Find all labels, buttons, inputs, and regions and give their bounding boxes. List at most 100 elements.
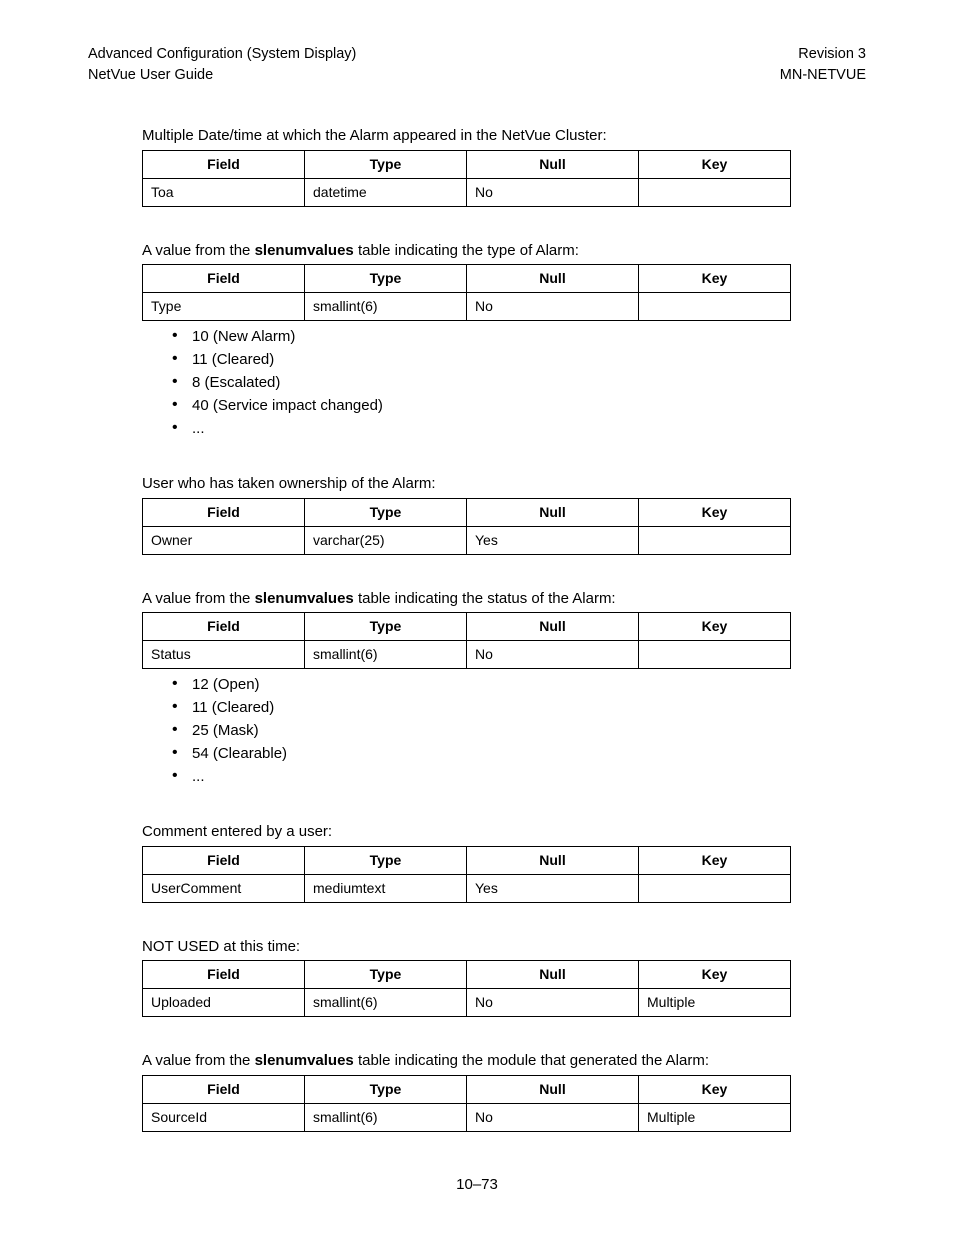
table-cell-key [639, 526, 791, 554]
table-cell-key [639, 874, 791, 902]
table-cell-null: No [467, 989, 639, 1017]
header-right-line2: MN-NETVUE [780, 65, 866, 86]
table-header-field: Field [143, 1075, 305, 1103]
section-intro: A value from the slenumvalues table indi… [142, 1051, 866, 1071]
section-block: A value from the slenumvalues table indi… [142, 1051, 866, 1132]
table-header-key: Key [639, 613, 791, 641]
table-cell-field: UserComment [143, 874, 305, 902]
header-left-line2: NetVue User Guide [88, 65, 356, 86]
table-header-null: Null [467, 961, 639, 989]
header-right-line1: Revision 3 [780, 44, 866, 65]
enum-item: 54 (Clearable) [172, 742, 866, 765]
table-cell-field: Toa [143, 178, 305, 206]
table-header-type: Type [305, 961, 467, 989]
table-cell-field: Uploaded [143, 989, 305, 1017]
enum-item: 40 (Service impact changed) [172, 394, 866, 417]
section-block: NOT USED at this time: FieldTypeNullKey Up… [142, 937, 866, 1018]
field-table: FieldTypeNullKeySourceIdsmallint(6)NoMul… [142, 1075, 791, 1132]
table-header-field: Field [143, 498, 305, 526]
table-cell-type: smallint(6) [305, 989, 467, 1017]
table-header-key: Key [639, 265, 791, 293]
intro-text-pre: User who has taken ownership of the Alar… [142, 475, 435, 492]
table-row: UserCommentmediumtextYes [143, 874, 791, 902]
table-header-key: Key [639, 150, 791, 178]
enum-list: 10 (New Alarm)11 (Cleared)8 (Escalated)4… [142, 325, 866, 440]
table-cell-key [639, 178, 791, 206]
section-intro: A value from the slenumvalues table indi… [142, 241, 866, 261]
table-header-null: Null [467, 846, 639, 874]
table-header-field: Field [143, 961, 305, 989]
section-block: Multiple Date/time at which the Alarm ap… [142, 126, 866, 207]
table-header-field: Field [143, 846, 305, 874]
enum-item: 8 (Escalated) [172, 371, 866, 394]
section-block: User who has taken ownership of the Alar… [142, 474, 866, 555]
table-header-key: Key [639, 498, 791, 526]
table-header-null: Null [467, 498, 639, 526]
table-cell-type: smallint(6) [305, 641, 467, 669]
table-header-type: Type [305, 846, 467, 874]
table-header-field: Field [143, 265, 305, 293]
field-table: FieldTypeNullKeyToadatetimeNo [142, 150, 791, 207]
enum-item: 25 (Mask) [172, 719, 866, 742]
table-cell-null: No [467, 293, 639, 321]
table-header-field: Field [143, 150, 305, 178]
intro-text-pre: NOT USED at this time: [142, 938, 300, 955]
table-cell-type: smallint(6) [305, 1103, 467, 1131]
intro-text-post: table indicating the type of Alarm: [354, 242, 579, 259]
field-table: FieldTypeNullKeyUserCommentmediumtextYes [142, 846, 791, 903]
intro-text-bold: slenumvalues [255, 590, 354, 607]
table-cell-key [639, 641, 791, 669]
intro-text-pre: Multiple Date/time at which the Alarm ap… [142, 127, 607, 144]
section-block: A value from the slenumvalues table indi… [142, 241, 866, 441]
table-header-null: Null [467, 265, 639, 293]
table-cell-null: Yes [467, 526, 639, 554]
intro-text-pre: A value from the [142, 242, 255, 259]
table-header-null: Null [467, 613, 639, 641]
table-cell-null: No [467, 178, 639, 206]
table-cell-type: mediumtext [305, 874, 467, 902]
table-header-type: Type [305, 265, 467, 293]
table-cell-key: Multiple [639, 1103, 791, 1131]
intro-text-pre: Comment entered by a user: [142, 823, 332, 840]
enum-item: 11 (Cleared) [172, 696, 866, 719]
enum-item: ... [172, 765, 866, 788]
section-intro: A value from the slenumvalues table indi… [142, 589, 866, 609]
table-cell-field: SourceId [143, 1103, 305, 1131]
intro-text-bold: slenumvalues [255, 1052, 354, 1069]
section-intro: NOT USED at this time: [142, 937, 866, 957]
table-cell-null: No [467, 641, 639, 669]
table-row: ToadatetimeNo [143, 178, 791, 206]
enum-item: 12 (Open) [172, 673, 866, 696]
table-header-key: Key [639, 961, 791, 989]
section-intro: Comment entered by a user: [142, 822, 866, 842]
table-header-key: Key [639, 1075, 791, 1103]
section-intro: Multiple Date/time at which the Alarm ap… [142, 126, 866, 146]
intro-text-pre: A value from the [142, 1052, 255, 1069]
table-cell-null: Yes [467, 874, 639, 902]
intro-text-post: table indicating the module that generat… [354, 1052, 709, 1069]
enum-item: ... [172, 417, 866, 440]
header-left: Advanced Configuration (System Display) … [88, 44, 356, 86]
field-table: FieldTypeNullKeyOwnervarchar(25)Yes [142, 498, 791, 555]
page-header: Advanced Configuration (System Display) … [88, 44, 866, 86]
section-block: A value from the slenumvalues table indi… [142, 589, 866, 789]
table-cell-key: Multiple [639, 989, 791, 1017]
table-header-type: Type [305, 613, 467, 641]
table-cell-field: Owner [143, 526, 305, 554]
table-cell-field: Status [143, 641, 305, 669]
table-row: Typesmallint(6)No [143, 293, 791, 321]
section-intro: User who has taken ownership of the Alar… [142, 474, 866, 494]
header-left-line1: Advanced Configuration (System Display) [88, 44, 356, 65]
table-row: Statussmallint(6)No [143, 641, 791, 669]
table-cell-null: No [467, 1103, 639, 1131]
intro-text-pre: A value from the [142, 590, 255, 607]
page-root: Advanced Configuration (System Display) … [0, 0, 954, 1235]
table-row: SourceIdsmallint(6)NoMultiple [143, 1103, 791, 1131]
table-cell-type: varchar(25) [305, 526, 467, 554]
table-cell-key [639, 293, 791, 321]
enum-item: 11 (Cleared) [172, 348, 866, 371]
section-block: Comment entered by a user: FieldTypeNullK… [142, 822, 866, 903]
enum-list: 12 (Open)11 (Cleared)25 (Mask)54 (Cleara… [142, 673, 866, 788]
enum-item: 10 (New Alarm) [172, 325, 866, 348]
field-table: FieldTypeNullKeyStatussmallint(6)No [142, 612, 791, 669]
